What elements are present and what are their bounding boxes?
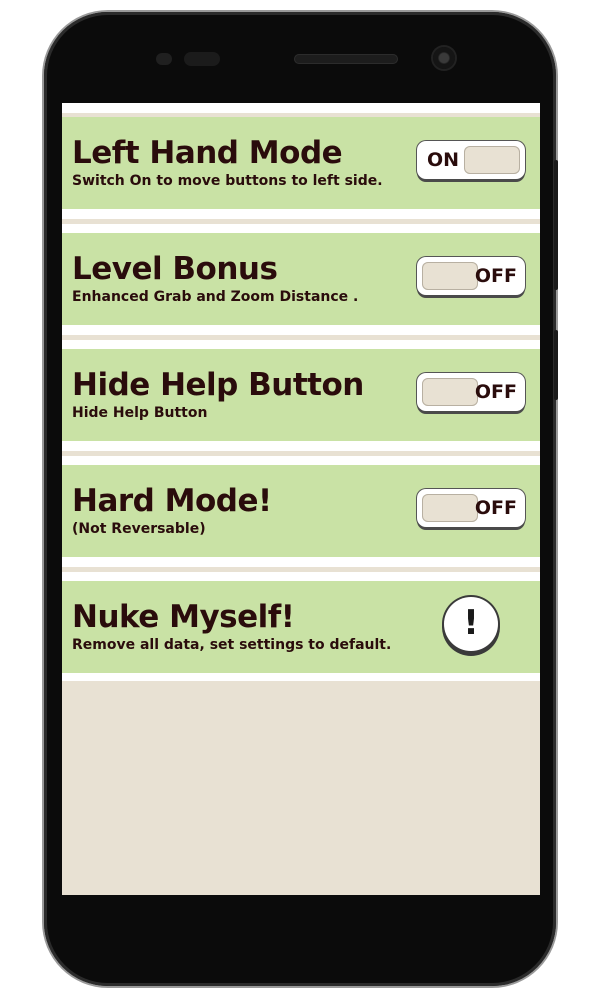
hard-mode-toggle[interactable]: OFF	[417, 489, 525, 527]
setting-row-nuke-myself: Nuke Myself! Remove all data, set settin…	[62, 581, 540, 673]
divider	[62, 325, 540, 335]
divider	[62, 557, 540, 567]
setting-title: Left Hand Mode	[72, 135, 343, 171]
toggle-state-label: OFF	[474, 265, 517, 287]
volume-button	[554, 160, 558, 290]
divider	[62, 340, 540, 349]
divider	[62, 103, 540, 113]
setting-description: Enhanced Grab and Zoom Distance .	[72, 289, 359, 305]
divider	[62, 441, 540, 451]
level-bonus-toggle[interactable]: OFF	[417, 257, 525, 295]
exclamation-icon: !	[463, 603, 479, 643]
bottom-bezel	[62, 895, 540, 955]
toggle-state-label: OFF	[474, 497, 517, 519]
light-sensor	[184, 52, 220, 66]
earpiece-speaker	[294, 54, 398, 64]
front-camera	[433, 47, 455, 69]
setting-row-hard-mode: Hard Mode! (Not Reversable) OFF	[62, 465, 540, 557]
toggle-knob	[464, 146, 520, 174]
toggle-knob	[422, 378, 478, 406]
setting-title: Hide Help Button	[72, 367, 364, 403]
setting-row-level-bonus: Level Bonus Enhanced Grab and Zoom Dista…	[62, 233, 540, 325]
nuke-myself-button[interactable]: !	[444, 597, 498, 651]
divider	[62, 224, 540, 233]
proximity-sensor	[156, 53, 172, 65]
setting-description: Hide Help Button	[72, 405, 208, 421]
divider	[62, 673, 540, 681]
setting-description: (Not Reversable)	[72, 521, 206, 537]
power-button	[554, 330, 558, 400]
hide-help-button-toggle[interactable]: OFF	[417, 373, 525, 411]
divider	[62, 456, 540, 465]
toggle-knob	[422, 262, 478, 290]
toggle-state-label: OFF	[474, 381, 517, 403]
settings-screen: Left Hand Mode Switch On to move buttons…	[62, 103, 540, 895]
setting-row-left-hand-mode: Left Hand Mode Switch On to move buttons…	[62, 117, 540, 209]
setting-row-hide-help-button: Hide Help Button Hide Help Button OFF	[62, 349, 540, 441]
setting-description: Remove all data, set settings to default…	[72, 637, 392, 653]
setting-description: Switch On to move buttons to left side.	[72, 173, 383, 189]
setting-title: Nuke Myself!	[72, 599, 295, 635]
left-hand-mode-toggle[interactable]: ON	[417, 141, 525, 179]
toggle-knob	[422, 494, 478, 522]
divider	[62, 209, 540, 219]
setting-title: Hard Mode!	[72, 483, 272, 519]
setting-title: Level Bonus	[72, 251, 278, 287]
toggle-state-label: ON	[427, 149, 460, 171]
divider	[62, 572, 540, 581]
